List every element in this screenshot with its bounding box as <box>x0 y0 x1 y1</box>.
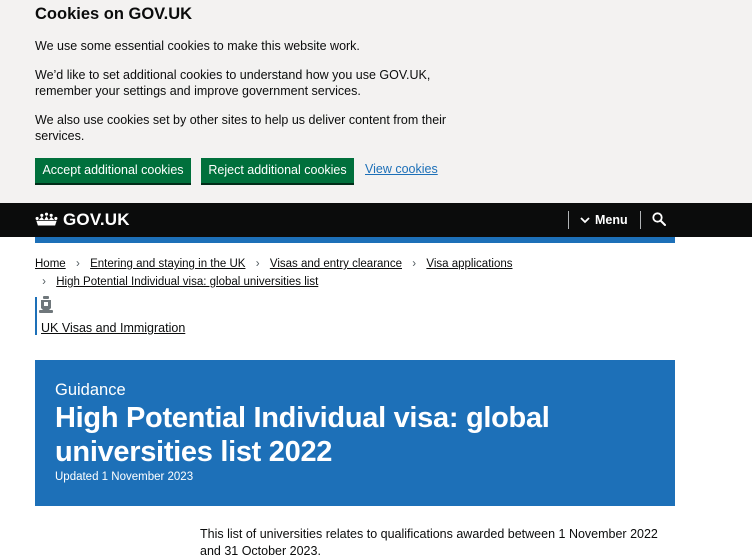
menu-label: Menu <box>595 213 628 227</box>
title-block: Guidance High Potential Individual visa:… <box>35 360 675 506</box>
search-icon[interactable] <box>652 212 666 226</box>
chevron-right-icon: › <box>42 276 46 288</box>
reject-cookies-button[interactable]: Reject additional cookies <box>201 158 354 183</box>
accept-cookies-button[interactable]: Accept additional cookies <box>35 158 191 183</box>
site-header: GOV.UK Menu <box>0 203 752 237</box>
document-type: Guidance <box>55 381 126 399</box>
breadcrumb-entering-staying[interactable]: Entering and staying in the UK <box>90 258 245 270</box>
chevron-right-icon: › <box>75 258 80 270</box>
header-divider <box>568 211 569 229</box>
chevron-right-icon: › <box>255 258 260 270</box>
breadcrumb: Home › Entering and staying in the UK › … <box>35 255 675 288</box>
header-divider <box>640 211 641 229</box>
intro-paragraph: This list of universities relates to qua… <box>200 527 658 558</box>
chevron-down-icon <box>580 216 590 223</box>
updated-date: Updated 1 November 2023 <box>55 471 194 483</box>
organisation-link[interactable]: UK Visas and Immigration <box>41 321 185 335</box>
royal-crest-icon <box>39 296 53 313</box>
cookie-banner: Cookies on GOV.UK We use some essential … <box>0 0 752 203</box>
cookie-text-third-party: We also use cookies set by other sites t… <box>35 113 447 143</box>
menu-button[interactable]: Menu <box>580 212 628 228</box>
cookie-banner-title: Cookies on GOV.UK <box>35 5 193 23</box>
breadcrumb-visa-applications[interactable]: Visa applications <box>426 258 512 270</box>
govuk-logo-text: GOV.UK <box>63 210 130 229</box>
govuk-logo-link[interactable]: GOV.UK <box>34 209 130 231</box>
breadcrumb-hpi-list[interactable]: High Potential Individual visa: global u… <box>56 276 318 288</box>
header-blue-strip <box>35 237 675 243</box>
cookie-text-essential: We use some essential cookies to make th… <box>35 39 360 53</box>
page-title: High Potential Individual visa: global u… <box>55 402 550 468</box>
organisation-rule <box>35 297 37 335</box>
chevron-right-icon: › <box>412 258 417 270</box>
crown-icon <box>35 212 58 226</box>
breadcrumb-home[interactable]: Home <box>35 258 66 270</box>
breadcrumb-visas-entry[interactable]: Visas and entry clearance <box>270 258 402 270</box>
cookie-text-additional: We’d like to set additional cookies to u… <box>35 68 431 98</box>
view-cookies-link[interactable]: View cookies <box>365 162 438 176</box>
